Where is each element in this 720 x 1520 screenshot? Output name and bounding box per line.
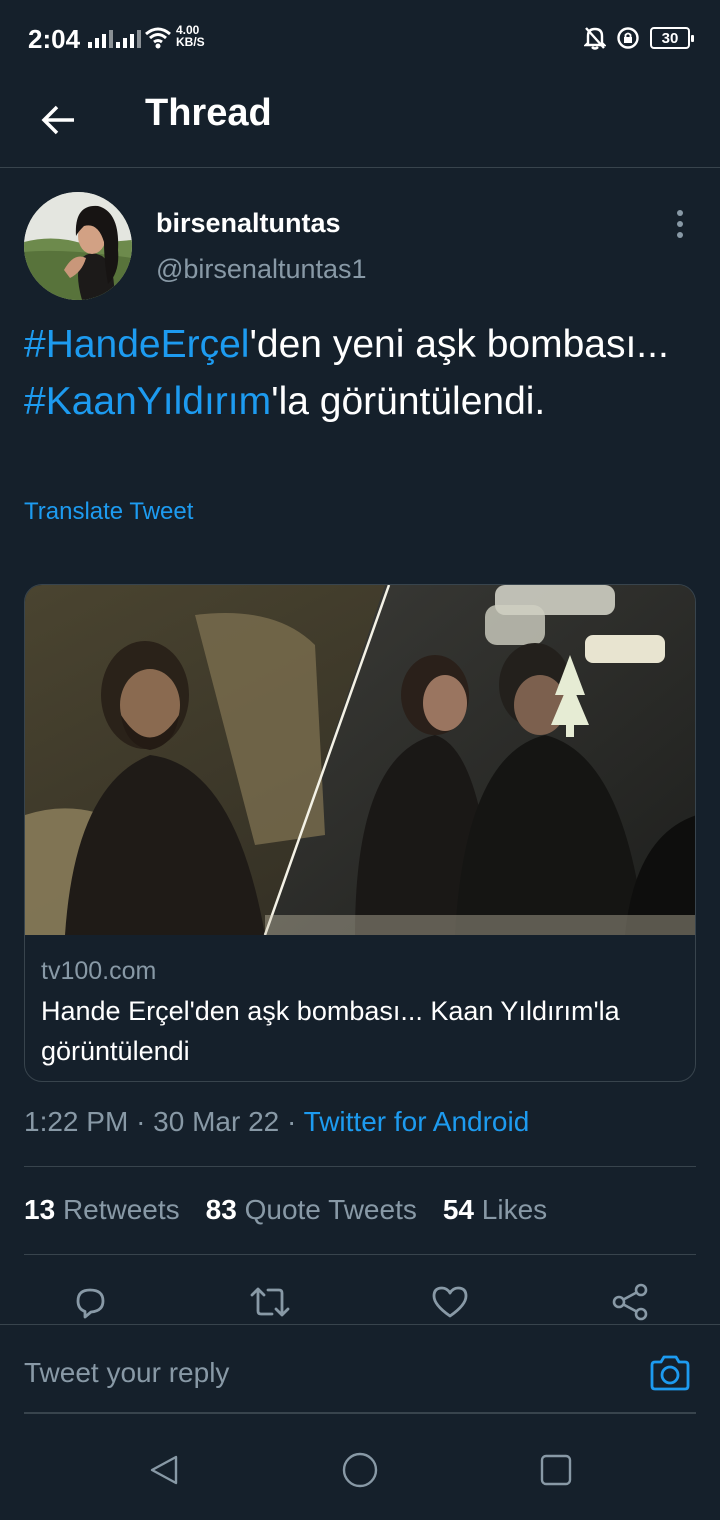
tweet-meta: 1:22 PM · 30 Mar 22 · Twitter for Androi… — [24, 1106, 529, 1138]
link-domain: tv100.com — [41, 957, 157, 985]
separator: · — [287, 1106, 304, 1137]
wifi-icon — [145, 27, 171, 49]
lock-rotation-icon — [617, 27, 639, 49]
reply-button[interactable] — [68, 1280, 112, 1324]
separator: · — [136, 1106, 154, 1137]
system-navigation-bar — [0, 1416, 720, 1520]
retweet-icon — [250, 1287, 290, 1317]
hashtag-link[interactable]: #HandeErçel — [24, 323, 249, 366]
nav-back-button[interactable] — [144, 1450, 184, 1490]
tweet-text-segment: 'la görüntülendi. — [271, 380, 546, 423]
tweet-text: #HandeErçel'den yeni aşk bombası... #Kaa… — [24, 316, 696, 430]
link-preview-image — [25, 585, 695, 935]
share-icon — [612, 1283, 648, 1321]
signal-icon-2 — [116, 30, 141, 48]
page-title: Thread — [145, 92, 272, 134]
retweets-stat[interactable]: 13 Retweets — [24, 1194, 180, 1226]
reply-composer: Tweet your reply — [0, 1324, 720, 1416]
link-preview-card[interactable]: tv100.com Hande Erçel'den aşk bombası...… — [24, 584, 696, 1082]
nav-home-button[interactable] — [340, 1450, 380, 1490]
tweet-stats: 13 Retweets 83 Quote Tweets 54 Likes — [24, 1194, 547, 1226]
back-button[interactable] — [30, 92, 86, 148]
bell-off-icon — [584, 27, 606, 50]
more-options-button[interactable] — [664, 204, 696, 244]
quote-tweets-stat[interactable]: 83 Quote Tweets — [206, 1194, 417, 1226]
nav-recents-button[interactable] — [536, 1450, 576, 1490]
divider — [24, 1166, 696, 1167]
like-button[interactable] — [428, 1280, 472, 1324]
translate-tweet-link[interactable]: Translate Tweet — [24, 498, 193, 526]
square-recents-icon — [540, 1454, 572, 1486]
reply-input[interactable]: Tweet your reply — [24, 1357, 229, 1389]
tweet-actions — [0, 1280, 720, 1324]
hashtag-link[interactable]: #KaanYıldırım — [24, 380, 271, 423]
signal-icon — [88, 30, 113, 48]
tweet-time: 1:22 PM — [24, 1106, 129, 1137]
top-app-bar: Thread — [0, 76, 720, 168]
author-handle[interactable]: @birsenaltuntas1 — [156, 254, 367, 285]
battery-indicator: 30 — [650, 27, 694, 49]
likes-stat[interactable]: 54 Likes — [443, 1194, 547, 1226]
net-speed: 4.00 KB/S — [176, 23, 205, 49]
comment-icon — [76, 1288, 105, 1319]
circle-home-icon — [342, 1452, 378, 1488]
divider — [24, 1254, 696, 1255]
heart-icon — [432, 1286, 468, 1318]
tweet-date: 30 Mar 22 — [153, 1106, 280, 1137]
author-name[interactable]: birsenaltuntas — [156, 208, 341, 239]
triangle-back-icon — [150, 1455, 178, 1485]
camera-icon — [650, 1355, 690, 1391]
status-bar: 2:04 4.00 KB/S 30 — [0, 0, 720, 76]
link-title: Hande Erçel'den aşk bombası... Kaan Yıld… — [41, 996, 620, 1066]
share-button[interactable] — [608, 1280, 652, 1324]
status-time: 2:04 — [28, 24, 81, 54]
arrow-left-icon — [41, 105, 74, 135]
reply-underline — [24, 1412, 696, 1414]
retweet-button[interactable] — [248, 1280, 292, 1324]
tweet-source-link[interactable]: Twitter for Android — [304, 1106, 530, 1137]
tweet-text-segment: 'den yeni aşk bombası... — [249, 323, 669, 366]
camera-button[interactable] — [648, 1353, 696, 1397]
vertical-dots-icon — [677, 210, 683, 216]
avatar[interactable] — [24, 192, 132, 300]
